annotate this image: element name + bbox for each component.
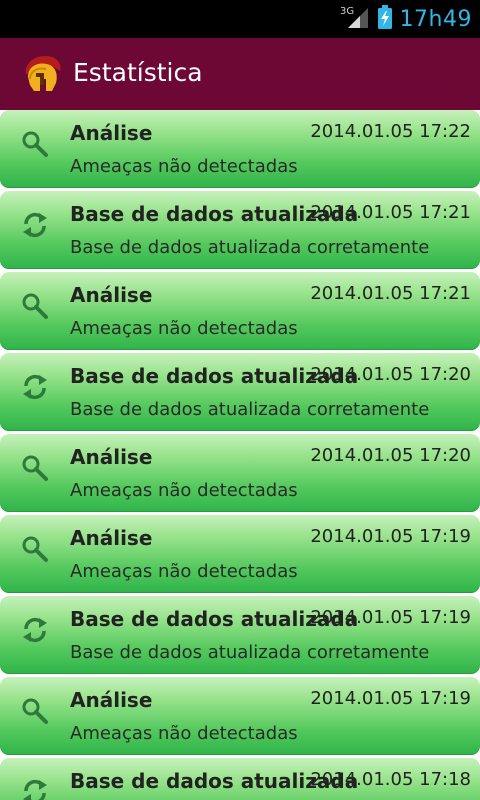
item-timestamp: 2014.01.05 17:18 xyxy=(310,769,471,790)
status-indicators: 17h49 xyxy=(346,0,472,38)
statistics-list[interactable]: Análise 2014.01.05 17:22 Ameaças não det… xyxy=(0,110,480,800)
list-item[interactable]: Base de dados atualizada 2014.01.05 17:1… xyxy=(0,596,480,674)
refresh-icon xyxy=(20,210,50,240)
item-timestamp: 2014.01.05 17:19 xyxy=(310,607,471,628)
item-title: Análise xyxy=(70,283,153,307)
page-title: Estatística xyxy=(73,58,203,87)
search-icon xyxy=(20,453,50,483)
list-item[interactable]: Análise 2014.01.05 17:21 Ameaças não det… xyxy=(0,272,480,350)
list-item[interactable]: Base de dados atualizada 2014.01.05 17:2… xyxy=(0,353,480,431)
app-bar: Estatística xyxy=(0,38,480,110)
list-item[interactable]: Base de dados atualizada 2014.01.05 17:1… xyxy=(0,758,480,800)
item-description: Ameaças não detectadas xyxy=(70,318,298,339)
refresh-icon xyxy=(20,777,50,800)
item-description: Ameaças não detectadas xyxy=(70,156,298,177)
refresh-icon xyxy=(20,372,50,402)
spartan-helmet-icon[interactable] xyxy=(18,51,64,97)
battery-icon xyxy=(377,5,392,33)
list-item[interactable]: Análise 2014.01.05 17:20 Ameaças não det… xyxy=(0,434,480,512)
search-icon xyxy=(20,129,50,159)
item-title: Análise xyxy=(70,121,153,145)
item-title: Análise xyxy=(70,445,153,469)
status-bar: 3G 17h49 xyxy=(0,0,480,38)
item-timestamp: 2014.01.05 17:22 xyxy=(310,121,471,142)
item-description: Base de dados atualizada corretamente xyxy=(70,237,430,258)
item-description: Base de dados atualizada corretamente xyxy=(70,399,430,420)
list-item[interactable]: Base de dados atualizada 2014.01.05 17:2… xyxy=(0,191,480,269)
item-description: Base de dados atualizada corretamente xyxy=(70,642,430,663)
item-description: Ameaças não detectadas xyxy=(70,561,298,582)
signal-icon xyxy=(346,6,370,32)
list-item[interactable]: Análise 2014.01.05 17:22 Ameaças não det… xyxy=(0,110,480,188)
list-item[interactable]: Análise 2014.01.05 17:19 Ameaças não det… xyxy=(0,515,480,593)
item-timestamp: 2014.01.05 17:20 xyxy=(310,445,471,466)
item-description: Ameaças não detectadas xyxy=(70,723,298,744)
item-timestamp: 2014.01.05 17:19 xyxy=(310,688,471,709)
list-item[interactable]: Análise 2014.01.05 17:19 Ameaças não det… xyxy=(0,677,480,755)
refresh-icon xyxy=(20,615,50,645)
item-title: Análise xyxy=(70,688,153,712)
item-title: Análise xyxy=(70,526,153,550)
item-timestamp: 2014.01.05 17:20 xyxy=(310,364,471,385)
search-icon xyxy=(20,696,50,726)
item-description: Ameaças não detectadas xyxy=(70,480,298,501)
item-timestamp: 2014.01.05 17:19 xyxy=(310,526,471,547)
status-time: 17h49 xyxy=(399,6,472,32)
search-icon xyxy=(20,534,50,564)
item-timestamp: 2014.01.05 17:21 xyxy=(310,283,471,304)
item-timestamp: 2014.01.05 17:21 xyxy=(310,202,471,223)
search-icon xyxy=(20,291,50,321)
